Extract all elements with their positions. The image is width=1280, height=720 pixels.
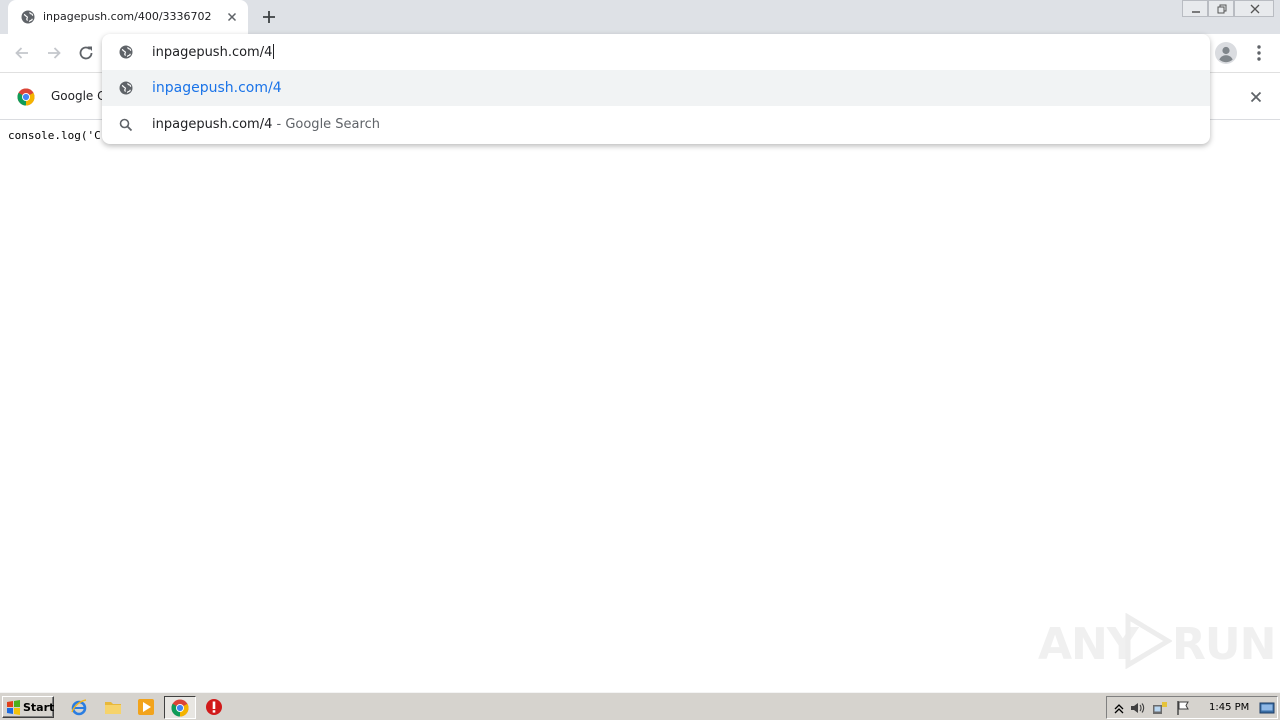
new-tab-icon[interactable] [260, 8, 278, 26]
close-tab-icon[interactable] [224, 9, 240, 25]
action-center-flag-icon[interactable] [1175, 700, 1191, 716]
forward-arrow-icon[interactable] [44, 43, 64, 63]
minimize-button[interactable] [1182, 0, 1208, 17]
page-source-text: console.log('C [8, 129, 101, 142]
restore-button[interactable] [1208, 0, 1234, 17]
infobar-message: Google Cl [51, 89, 109, 103]
back-arrow-icon[interactable] [12, 43, 32, 63]
watermark-left-text: ANY [1038, 619, 1139, 670]
tab-title: inpagepush.com/400/3336702 [43, 10, 212, 23]
suggestion-url-text: inpagepush.com/4 [152, 80, 282, 96]
taskbar-chrome-button[interactable] [164, 696, 196, 719]
omnibox-dropdown: inpagepush.com/4 inpagepush.com/4 inpage… [102, 34, 1210, 144]
close-icon[interactable] [1248, 89, 1264, 105]
globe-icon [21, 10, 35, 24]
reload-icon[interactable] [76, 43, 96, 63]
chrome-logo-icon [17, 88, 35, 106]
suggestion-search-text: inpagepush.com/4 - Google Search [152, 117, 380, 132]
show-desktop-icon[interactable] [1259, 700, 1275, 716]
suggestion-search-query: inpagepush.com/4 [152, 117, 273, 132]
windows-logo-icon [7, 700, 20, 715]
network-icon[interactable] [1152, 700, 1168, 716]
suggestion-url[interactable]: inpagepush.com/4 [102, 70, 1210, 106]
restore-icon [1217, 4, 1227, 14]
internet-explorer-icon[interactable] [70, 698, 88, 716]
start-label: Start [23, 701, 55, 714]
globe-icon [119, 45, 133, 59]
globe-icon [119, 81, 133, 95]
system-tray: 1:45 PM [1106, 696, 1278, 719]
play-logo-icon [1125, 613, 1172, 669]
text-caret [273, 44, 275, 59]
show-hidden-icons-icon[interactable] [1111, 700, 1127, 716]
address-bar[interactable]: inpagepush.com/4 [102, 34, 1210, 70]
clock: 1:45 PM [1209, 702, 1250, 713]
suggestion-search-suffix: - Google Search [272, 117, 380, 132]
tab-strip: inpagepush.com/400/3336702 [0, 0, 1280, 34]
anyrun-watermark: ANY RUN [1038, 609, 1276, 673]
file-explorer-icon[interactable] [104, 698, 122, 716]
page-content: console.log('C ANY RUN [0, 121, 1280, 692]
chrome-icon [171, 699, 189, 717]
address-input[interactable]: inpagepush.com/4 [152, 44, 275, 60]
search-icon [119, 118, 133, 132]
volume-icon[interactable] [1129, 700, 1145, 716]
media-player-icon[interactable] [137, 698, 155, 716]
suggestion-search[interactable]: inpagepush.com/4 - Google Search [102, 107, 1210, 143]
close-window-icon [1250, 4, 1260, 14]
stop-sign-icon[interactable] [205, 698, 223, 716]
more-menu-icon[interactable] [1250, 43, 1268, 63]
taskbar: Start 1:45 PM [0, 692, 1280, 720]
profile-avatar-icon[interactable] [1215, 42, 1237, 64]
watermark-right-text: RUN [1172, 619, 1276, 670]
start-button[interactable]: Start [2, 696, 54, 718]
address-input-text: inpagepush.com/4 [152, 45, 273, 60]
close-window-button[interactable] [1234, 0, 1274, 17]
browser-tab[interactable]: inpagepush.com/400/3336702 [8, 0, 248, 34]
minimize-icon [1192, 11, 1200, 13]
